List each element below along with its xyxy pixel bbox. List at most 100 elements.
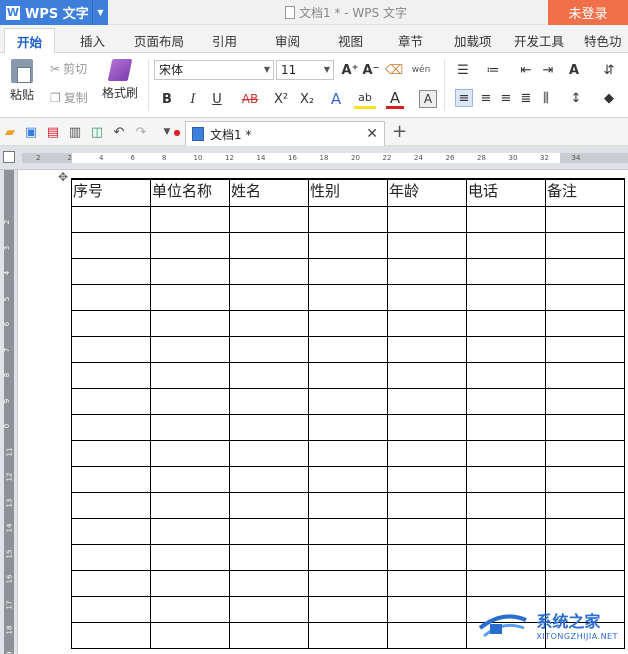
table-cell[interactable]	[466, 465, 546, 493]
shrink-font-button[interactable]: A⁻	[362, 60, 380, 80]
table-header-cell[interactable]: 序号	[71, 178, 151, 207]
grow-font-button[interactable]: A⁺	[341, 60, 359, 80]
table-move-handle-icon[interactable]: ✥	[58, 170, 68, 184]
table-cell[interactable]	[545, 491, 625, 519]
table-cell[interactable]	[71, 361, 151, 389]
horizontal-ruler[interactable]: 2 2 4 6 8 10 12 14 16 18 20 22 24 26 28 30 32 34	[0, 146, 628, 170]
table-cell[interactable]	[150, 465, 230, 493]
table-cell[interactable]	[308, 231, 388, 259]
export-pdf-icon[interactable]: ▤	[46, 125, 60, 140]
table-cell[interactable]	[229, 491, 309, 519]
cut-button[interactable]: ✂ 剪切	[50, 60, 87, 77]
table-cell[interactable]	[71, 309, 151, 337]
table-cell[interactable]	[71, 543, 151, 571]
tab-references[interactable]: 引用	[212, 31, 237, 50]
table-cell[interactable]	[387, 361, 467, 389]
close-icon[interactable]: ✕	[366, 126, 378, 142]
tab-stop-selector-icon[interactable]	[3, 151, 15, 163]
table-cell[interactable]	[229, 413, 309, 441]
table-cell[interactable]	[71, 491, 151, 519]
open-folder-icon[interactable]: ▰	[3, 125, 17, 140]
table-cell[interactable]	[308, 309, 388, 337]
table-cell[interactable]	[229, 283, 309, 311]
table-cell[interactable]	[150, 595, 230, 623]
table-cell[interactable]	[308, 205, 388, 233]
table-cell[interactable]	[545, 517, 625, 545]
document-page[interactable]: ✥ 序号 单位名称 姓名 性别 年龄 电话 备注 系统之家 XITONGZHIJIA.NET	[22, 170, 628, 654]
superscript-button[interactable]: X²	[270, 89, 292, 109]
phonetic-guide-button[interactable]: wén	[410, 58, 432, 82]
font-color-button[interactable]: A	[386, 89, 404, 109]
strikethrough-button[interactable]: AB	[238, 89, 262, 109]
table-header-cell[interactable]: 姓名	[229, 178, 309, 207]
table-cell[interactable]	[545, 283, 625, 311]
tab-start[interactable]: 开始	[4, 28, 56, 54]
table-cell[interactable]	[229, 569, 309, 597]
table-cell[interactable]	[308, 283, 388, 311]
bullet-list-icon[interactable]: ☰	[452, 60, 474, 80]
decrease-indent-icon[interactable]: ⇤	[516, 60, 536, 80]
justify-icon[interactable]: ≣	[517, 89, 535, 107]
table-cell[interactable]	[229, 543, 309, 571]
table-cell[interactable]	[387, 465, 467, 493]
copy-button[interactable]: ❐ 复制	[50, 89, 88, 106]
table-cell[interactable]	[545, 413, 625, 441]
table-cell[interactable]	[150, 361, 230, 389]
tab-review[interactable]: 审阅	[275, 31, 300, 50]
table-cell[interactable]	[387, 543, 467, 571]
italic-button[interactable]: I	[184, 89, 202, 109]
table-cell[interactable]	[387, 257, 467, 285]
line-spacing-icon[interactable]: ↕	[566, 89, 586, 107]
table-cell[interactable]	[150, 205, 230, 233]
table-cell[interactable]	[387, 231, 467, 259]
tab-view[interactable]: 视图	[338, 31, 363, 50]
table-cell[interactable]	[229, 465, 309, 493]
table-cell[interactable]	[229, 439, 309, 467]
table-cell[interactable]	[308, 257, 388, 285]
redo-icon[interactable]: ↷	[134, 125, 148, 140]
table-cell[interactable]	[229, 595, 309, 623]
table-cell[interactable]	[229, 387, 309, 415]
sort-icon[interactable]: ⇵	[598, 60, 620, 80]
new-tab-plus-icon[interactable]: +	[392, 121, 407, 142]
table-cell[interactable]	[150, 335, 230, 363]
shading-bucket-icon[interactable]: ◆	[598, 89, 620, 107]
table-cell[interactable]	[466, 569, 546, 597]
table-cell[interactable]	[308, 465, 388, 493]
format-painter-button[interactable]: 格式刷	[102, 59, 138, 101]
table-cell[interactable]	[150, 439, 230, 467]
table-header-cell[interactable]: 单位名称	[150, 178, 230, 207]
table-cell[interactable]	[71, 205, 151, 233]
table-cell[interactable]	[150, 283, 230, 311]
table-cell[interactable]	[229, 205, 309, 233]
table-cell[interactable]	[308, 491, 388, 519]
table-cell[interactable]	[150, 543, 230, 571]
table-cell[interactable]	[387, 283, 467, 311]
table-cell[interactable]	[308, 439, 388, 467]
save-icon[interactable]: ▣	[24, 125, 38, 140]
subscript-button[interactable]: X₂	[296, 89, 318, 109]
table-cell[interactable]	[229, 309, 309, 337]
table-cell[interactable]	[71, 387, 151, 415]
table-cell[interactable]	[466, 413, 546, 441]
table-cell[interactable]	[387, 335, 467, 363]
table-cell[interactable]	[229, 621, 309, 649]
app-menu-dropdown-icon[interactable]: ▼	[92, 0, 108, 25]
table-cell[interactable]	[466, 439, 546, 467]
tab-insert[interactable]: 插入	[80, 31, 105, 50]
table-cell[interactable]	[229, 335, 309, 363]
table-cell[interactable]	[71, 231, 151, 259]
change-case-icon[interactable]: A	[562, 60, 586, 80]
align-center-icon[interactable]: ≡	[477, 89, 495, 107]
table-cell[interactable]	[150, 491, 230, 519]
table-cell[interactable]	[229, 361, 309, 389]
align-right-icon[interactable]: ≡	[497, 89, 515, 107]
table-cell[interactable]	[545, 439, 625, 467]
table-cell[interactable]	[308, 387, 388, 415]
table-cell[interactable]	[387, 621, 467, 649]
table-cell[interactable]	[387, 491, 467, 519]
table-cell[interactable]	[387, 387, 467, 415]
tab-sections[interactable]: 章节	[398, 31, 423, 50]
table-cell[interactable]	[71, 517, 151, 545]
text-effect-button[interactable]: A	[326, 89, 346, 109]
